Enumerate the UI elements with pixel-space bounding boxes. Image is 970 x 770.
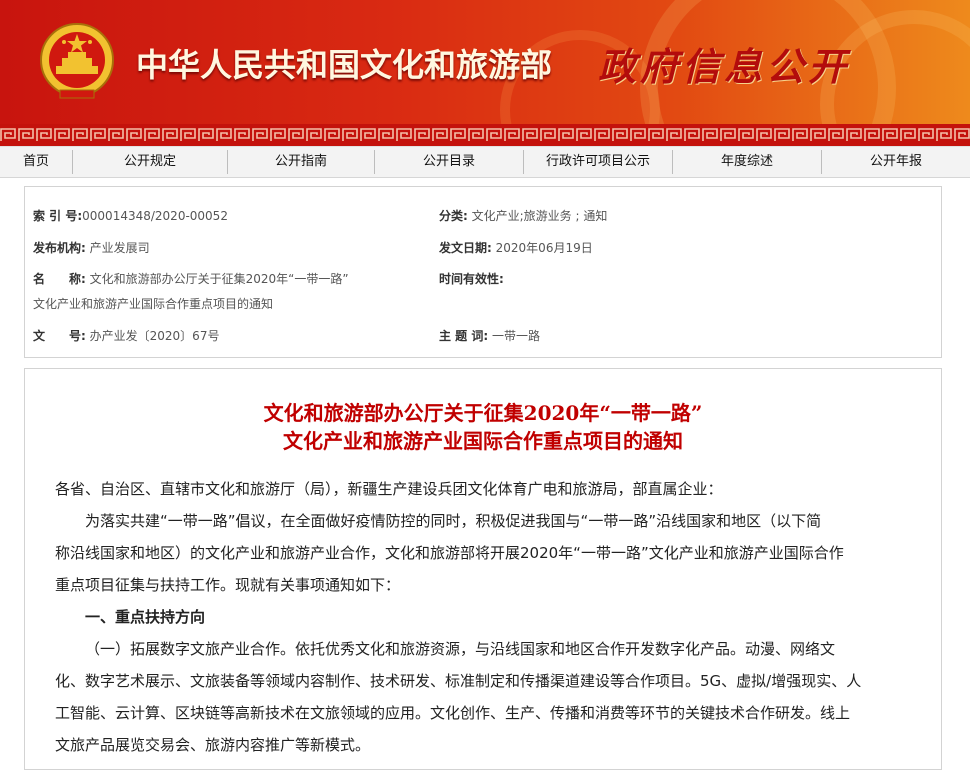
meta-keyword-label: 主 题 词: xyxy=(439,329,489,343)
item-1-line-2: 化、数字艺术展示、文旅装备等领域内容制作、技术研发、标准制定和传播渠道建设等合作… xyxy=(55,672,862,690)
meta-doc-number-label: 文 号: xyxy=(33,329,86,343)
item-1-line-3: 工智能、云计算、区块链等高新技术在文旅领域的应用。文化创作、生产、传播和消费等环… xyxy=(55,704,851,722)
header-banner: 中华人民共和国文化和旅游部 政府信息公开 xyxy=(0,0,970,124)
salutation: 各省、自治区、直辖市文化和旅游厅（局），新疆生产建设兵团文化体育广电和旅游局，部… xyxy=(55,480,723,498)
section-title: 政府信息公开 xyxy=(598,44,851,89)
intro-line-2: 称沿线国家和地区）的文化产业和旅游产业合作，文化和旅游部将开展2020年“一带一… xyxy=(55,544,844,562)
meta-validity: 时间有效性: xyxy=(439,270,504,287)
section-heading: 一、重点扶持方向 xyxy=(85,608,206,626)
item-1-line-1: （一）拓展数字文旅产业合作。依托优秀文化和旅游资源，与沿线国家和地区合作开发数字… xyxy=(85,640,836,658)
meta-date-label: 发文日期: xyxy=(439,241,492,255)
document-body: 文化和旅游部办公厅关于征集2020年“一带一路” 文化产业和旅游产业国际合作重点… xyxy=(24,368,942,770)
nav-disclosure-guide[interactable]: 公开指南 xyxy=(228,147,374,177)
meta-doc-number-value: 办产业发〔2020〕67号 xyxy=(89,329,220,343)
meta-issuer-value: 产业发展司 xyxy=(89,241,150,255)
meta-issuer: 发布机构: 产业发展司 xyxy=(33,239,150,256)
meta-keyword-value: 一带一路 xyxy=(491,329,540,343)
document-metadata: 索 引 号:000014348/2020-00052 分类: 文化产业;旅游业务… xyxy=(24,186,942,358)
document-title-line-2: 文化产业和旅游产业国际合作重点项目的通知 xyxy=(283,429,683,453)
nav-home[interactable]: 首页 xyxy=(0,147,72,177)
meta-category: 分类: 文化产业;旅游业务 ; 通知 xyxy=(439,207,607,224)
intro-line-3: 重点项目征集与扶持工作。现就有关事项通知如下： xyxy=(55,576,401,594)
meta-index-value: 000014348/2020-00052 xyxy=(82,209,228,223)
meta-date: 发文日期: 2020年06月19日 xyxy=(439,239,593,256)
nav-annual-report[interactable]: 公开年报 xyxy=(822,147,970,177)
nav-disclosure-catalog[interactable]: 公开目录 xyxy=(375,147,523,177)
meta-name: 名 称: 文化和旅游部办公厅关于征集2020年“一带一路” xyxy=(33,270,349,287)
meta-name-continued: 文化产业和旅游产业国际合作重点项目的通知 xyxy=(33,297,274,311)
meta-name-value: 文化和旅游部办公厅关于征集2020年“一带一路” xyxy=(89,272,349,286)
decorative-border xyxy=(0,124,970,146)
meta-issuer-label: 发布机构: xyxy=(33,241,86,255)
meta-validity-label: 时间有效性: xyxy=(439,272,504,286)
nav-annual-summary[interactable]: 年度综述 xyxy=(673,147,821,177)
ministry-name: 中华人民共和国文化和旅游部 xyxy=(136,46,553,84)
meta-doc-number: 文 号: 办产业发〔2020〕67号 xyxy=(33,327,219,344)
meta-index: 索 引 号:000014348/2020-00052 xyxy=(33,207,228,224)
meander-pattern-icon xyxy=(0,128,970,142)
meta-keyword: 主 题 词: 一带一路 xyxy=(439,327,540,344)
meta-category-value: 文化产业;旅游业务 ; 通知 xyxy=(471,209,608,223)
document-paragraphs: 各省、自治区、直辖市文化和旅游厅（局），新疆生产建设兵团文化体育广电和旅游局，部… xyxy=(55,473,915,761)
meta-name-label: 名 称: xyxy=(33,272,86,286)
intro-line-1: 为落实共建“一带一路”倡议，在全面做好疫情防控的同时，积极促进我国与“一带一路”… xyxy=(85,512,822,530)
national-emblem-icon xyxy=(40,23,114,99)
main-nav: 首页 公开规定 公开指南 公开目录 行政许可项目公示 年度综述 公开年报 xyxy=(0,146,970,178)
nav-admin-license[interactable]: 行政许可项目公示 xyxy=(524,147,672,177)
item-1-line-4: 文旅产品展览交易会、旅游内容推广等新模式。 xyxy=(55,736,371,754)
meta-index-label: 索 引 号: xyxy=(33,209,83,223)
document-title-line-1: 文化和旅游部办公厅关于征集2020年“一带一路” xyxy=(263,401,703,425)
meta-date-value: 2020年06月19日 xyxy=(495,241,593,255)
meta-category-label: 分类: xyxy=(439,209,468,223)
nav-disclosure-rules[interactable]: 公开规定 xyxy=(73,147,227,177)
